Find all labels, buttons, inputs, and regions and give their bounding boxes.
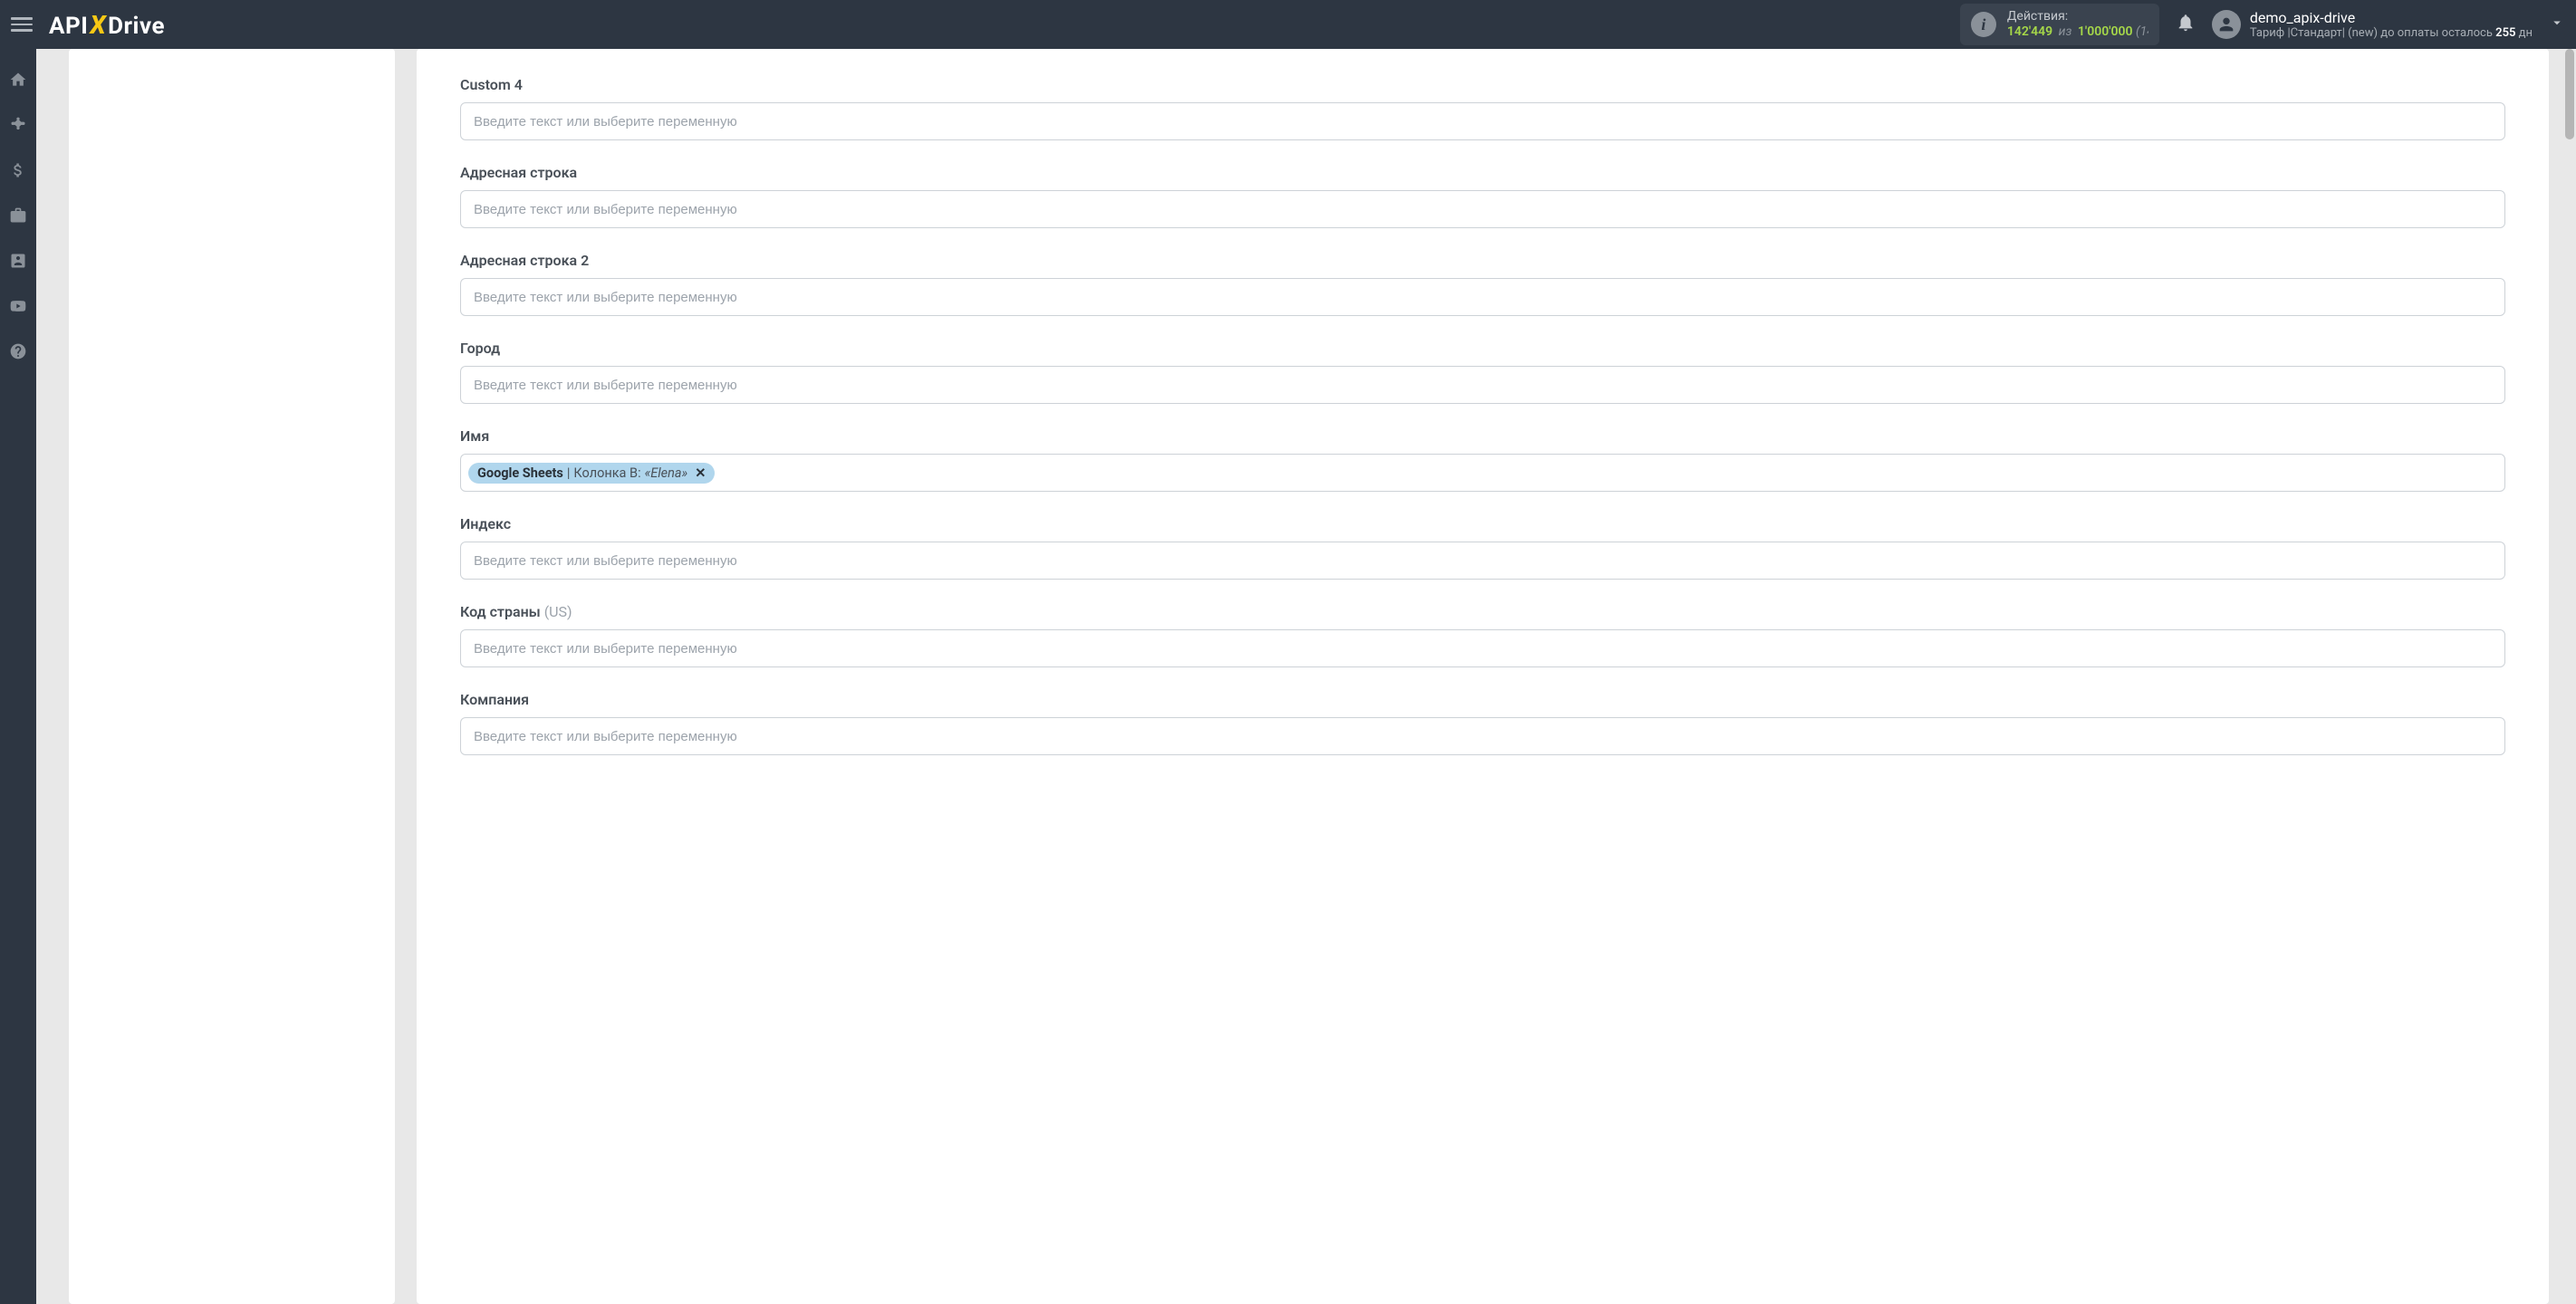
sidebar-item-connections[interactable]	[0, 112, 36, 138]
tag-source: Google Sheets	[477, 465, 563, 481]
notifications-bell-icon[interactable]	[2176, 13, 2196, 36]
main-content: Custom 4 Адресная строка Адресная строка…	[36, 49, 2576, 1304]
field-address1: Адресная строка	[460, 164, 2505, 228]
scrollbar-thumb[interactable]	[2565, 49, 2574, 139]
tag-column: Колонка B:	[573, 465, 640, 481]
logo-part3: Drive	[108, 13, 165, 40]
left-sidebar	[0, 49, 36, 1304]
label-address1: Адресная строка	[460, 164, 2505, 181]
tag-value: «Elena»	[645, 465, 688, 481]
hamburger-menu-button[interactable]	[11, 14, 33, 35]
logo-part1: API	[49, 13, 88, 40]
scrollbar-track[interactable]	[2562, 49, 2576, 1304]
actions-current: 142'449	[2007, 24, 2052, 39]
field-city: Город	[460, 340, 2505, 404]
field-custom4: Custom 4	[460, 76, 2505, 140]
chevron-down-icon	[2549, 14, 2565, 34]
logo-part2: X	[90, 10, 106, 40]
input-country-code[interactable]	[460, 629, 2505, 667]
label-company: Компания	[460, 691, 2505, 708]
input-address1[interactable]	[460, 190, 2505, 228]
input-address2[interactable]	[460, 278, 2505, 316]
tag-remove-icon[interactable]: ✕	[695, 465, 706, 481]
label-address2: Адресная строка 2	[460, 252, 2505, 269]
actions-percent: (14%	[2136, 24, 2148, 39]
field-company: Компания	[460, 691, 2505, 755]
sidebar-item-home[interactable]	[0, 67, 36, 92]
label-index: Индекс	[460, 515, 2505, 532]
label-country-code: Код страны (US)	[460, 603, 2505, 620]
sidebar-item-billing[interactable]	[0, 158, 36, 183]
top-header: API X Drive i Действия: 142'449 из 1'000…	[0, 0, 2576, 49]
sidebar-item-contact[interactable]	[0, 248, 36, 273]
actions-total: 1'000'000	[2078, 24, 2133, 39]
field-country-code: Код страны (US)	[460, 603, 2505, 667]
logo[interactable]: API X Drive	[49, 10, 165, 40]
left-panel	[69, 49, 395, 1304]
input-custom4[interactable]	[460, 102, 2505, 140]
input-city[interactable]	[460, 366, 2505, 404]
input-index[interactable]	[460, 542, 2505, 580]
field-address2: Адресная строка 2	[460, 252, 2505, 316]
info-icon: i	[1971, 12, 1996, 37]
form-panel: Custom 4 Адресная строка Адресная строка…	[417, 49, 2549, 1304]
sidebar-item-briefcase[interactable]	[0, 203, 36, 228]
user-tariff: Тариф |Стандарт| (new) до оплаты осталос…	[2250, 26, 2533, 41]
label-name: Имя	[460, 427, 2505, 445]
user-menu[interactable]: demo_apix-drive Тариф |Стандарт| (new) д…	[2212, 9, 2565, 41]
input-name[interactable]: Google Sheets | Колонка B: «Elena» ✕	[460, 454, 2505, 492]
actions-counter-box[interactable]: i Действия: 142'449 из 1'000'000 (14%	[1960, 4, 2159, 45]
user-info: demo_apix-drive Тариф |Стандарт| (new) д…	[2250, 9, 2533, 41]
actions-text: Действия: 142'449 из 1'000'000 (14%	[2007, 9, 2148, 40]
avatar-icon	[2212, 10, 2241, 39]
label-city: Город	[460, 340, 2505, 357]
actions-separator: из	[2059, 24, 2072, 39]
actions-label: Действия:	[2007, 9, 2148, 24]
variable-tag: Google Sheets | Колонка B: «Elena» ✕	[468, 463, 715, 484]
sidebar-item-help[interactable]	[0, 339, 36, 364]
field-index: Индекс	[460, 515, 2505, 580]
user-name: demo_apix-drive	[2250, 9, 2533, 26]
sidebar-item-video[interactable]	[0, 293, 36, 319]
input-company[interactable]	[460, 717, 2505, 755]
label-custom4: Custom 4	[460, 76, 2505, 93]
label-hint: (US)	[544, 603, 572, 620]
field-name: Имя Google Sheets | Колонка B: «Elena» ✕	[460, 427, 2505, 492]
